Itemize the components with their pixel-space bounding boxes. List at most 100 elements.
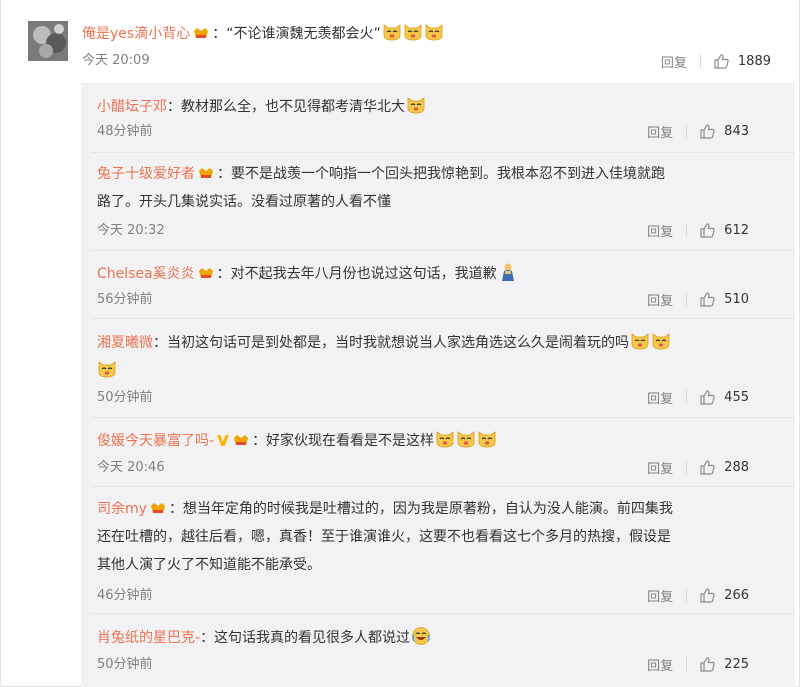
reply-actions: 回复 225 — [647, 655, 749, 674]
cat-emoji-icon — [651, 331, 671, 351]
thumbs-up-icon — [699, 389, 724, 406]
reply-line: 湘夏曦微：当初这句话可是到处都是，当时我就想说当人家选角选这么久是闹着玩的吗 — [97, 331, 671, 353]
like-count: 843 — [724, 123, 749, 139]
comment-thread: 俺是yes滴小背心 ：“不论谁演魏无羡都会火” 今天 20:09 回复 1889 … — [0, 0, 800, 687]
divider — [91, 486, 795, 487]
reply-time: 48分钟前 — [97, 124, 153, 139]
divider — [686, 588, 688, 602]
thumbs-up-icon — [699, 291, 724, 308]
comment-actions: 回复 1889 — [661, 52, 771, 71]
like-button[interactable]: 612 — [699, 222, 749, 239]
like-button[interactable]: 1889 — [713, 53, 771, 70]
vip-badge-icon — [197, 266, 215, 280]
avatar[interactable] — [28, 21, 68, 61]
reply-line-continued: 其他人演了火了不知道能不能承受。 — [97, 555, 321, 575]
verified-v-icon — [216, 433, 230, 447]
divider — [91, 417, 795, 418]
cat-emoji-icon — [630, 331, 650, 351]
cat-emoji-icon — [406, 95, 426, 115]
reply-button[interactable]: 回复 — [647, 122, 673, 141]
like-button[interactable]: 843 — [699, 123, 749, 140]
reply-username[interactable]: 肖兔纸的星巴克- — [97, 630, 200, 646]
divider — [699, 54, 701, 68]
reply-text: 其他人演了火了不知道能不能承受。 — [97, 557, 321, 573]
main-comment-line: 俺是yes滴小背心 ：“不论谁演魏无羡都会火” — [82, 22, 444, 44]
reply-button[interactable]: 回复 — [647, 458, 673, 477]
divider — [686, 460, 688, 474]
like-count: 225 — [724, 656, 749, 672]
reply-line: 兔子十级爱好者 ：要不是战羡一个响指一个回头把我惊艳到。我根本忍不到进入佳境就跑 — [97, 164, 665, 184]
thumbs-up-icon — [713, 53, 738, 70]
reply-line: 司余my ：想当年定角的时候我是吐槽过的，因为我是原著粉，自认为没人能演。前四集我 — [97, 499, 673, 519]
thumbs-up-icon — [699, 123, 724, 140]
divider — [91, 318, 795, 319]
reply-line: 肖兔纸的星巴克-：这句话我真的看见很多人都说过 — [97, 626, 431, 648]
reply-text: 还在吐槽的，越往后看，嗯，真香！至于谁演谁火，这要不也看看这七个多月的热搜，假设… — [97, 529, 671, 545]
reply-button[interactable]: 回复 — [647, 586, 673, 605]
reply-text: ：当初这句话可是到处都是，当时我就想说当人家选角选这么久是闹着玩的吗 — [153, 335, 629, 351]
like-count: 455 — [724, 389, 749, 405]
reply-username[interactable]: Chelsea奚炎炎 — [97, 266, 195, 282]
like-button[interactable]: 225 — [699, 656, 749, 673]
reply-text: 路了。开头几集说实话。没看过原著的人看不懂 — [97, 194, 391, 210]
comment-username[interactable]: 俺是yes滴小背心 — [82, 26, 190, 42]
reply-button[interactable]: 回复 — [661, 52, 687, 71]
reply-text: ：这句话我真的看见很多人都说过 — [200, 630, 411, 646]
reply-button[interactable]: 回复 — [647, 290, 673, 309]
reply-text: ：教材那么全，也不见得都考清华北大 — [167, 99, 405, 115]
divider — [686, 657, 688, 671]
like-button[interactable]: 266 — [699, 587, 749, 604]
vip-badge-icon — [232, 433, 250, 447]
reply-text: ：想当年定角的时候我是吐槽过的，因为我是原著粉，自认为没人能演。前四集我 — [168, 501, 673, 517]
reply-time: 56分钟前 — [97, 292, 153, 307]
reply-username[interactable]: 兔子十级爱好者 — [97, 166, 195, 182]
bow-emoji-icon — [498, 262, 518, 282]
cat-emoji-icon — [403, 22, 423, 42]
reply-actions: 回复 510 — [647, 290, 749, 309]
reply-time: 46分钟前 — [97, 588, 153, 603]
reply-text: ：好家伙现在看看是不是这样 — [252, 433, 435, 449]
replies-list: 小醋坛子邓：教材那么全，也不见得都考清华北大 48分钟前 回复 843 兔子十级… — [81, 83, 795, 687]
reply-time: 今天 20:32 — [97, 223, 165, 238]
reply-time: 50分钟前 — [97, 390, 153, 405]
divider — [91, 152, 795, 153]
thumbs-up-icon — [699, 587, 724, 604]
thumbs-up-icon — [699, 656, 724, 673]
vip-badge-icon — [192, 26, 210, 40]
divider — [686, 390, 688, 404]
cat-emoji-icon — [435, 429, 455, 449]
reply-username[interactable]: 俊媛今天暴富了吗- — [97, 433, 214, 449]
reply-username[interactable]: 小醋坛子邓 — [97, 99, 167, 115]
reply-actions: 回复 612 — [647, 221, 749, 240]
comment-time: 今天 20:09 — [82, 53, 150, 68]
cat-emoji-icon — [97, 359, 117, 379]
reply-button[interactable]: 回复 — [647, 655, 673, 674]
like-count: 510 — [724, 291, 749, 307]
reply-line: Chelsea奚炎炎 ：对不起我去年八月份也说过这句话，我道歉 — [97, 262, 518, 284]
reply-actions: 回复 843 — [647, 122, 749, 141]
like-count: 612 — [724, 222, 749, 238]
laugh-cry-emoji-icon — [411, 626, 431, 646]
reply-actions: 回复 288 — [647, 458, 749, 477]
comment-text: ：“不论谁演魏无羡都会火” — [212, 26, 381, 42]
reply-username[interactable]: 司余my — [97, 501, 147, 517]
like-button[interactable]: 510 — [699, 291, 749, 308]
reply-actions: 回复 266 — [647, 586, 749, 605]
divider — [686, 292, 688, 306]
like-button[interactable]: 288 — [699, 459, 749, 476]
divider — [91, 613, 795, 614]
like-button[interactable]: 455 — [699, 389, 749, 406]
reply-button[interactable]: 回复 — [647, 388, 673, 407]
thumbs-up-icon — [699, 222, 724, 239]
cat-emoji-icon — [424, 22, 444, 42]
main-comment: 俺是yes滴小背心 ：“不论谁演魏无羡都会火” 今天 20:09 回复 1889 — [1, 0, 800, 80]
vip-badge-icon — [149, 501, 167, 515]
vip-badge-icon — [197, 166, 215, 180]
reply-button[interactable]: 回复 — [647, 221, 673, 240]
like-count: 266 — [724, 587, 749, 603]
reply-text: ：对不起我去年八月份也说过这句话，我道歉 — [216, 266, 497, 282]
cat-emoji-icon — [382, 22, 402, 42]
reply-line-continued — [97, 359, 117, 381]
like-count: 1889 — [737, 53, 771, 69]
reply-username[interactable]: 湘夏曦微 — [97, 335, 153, 351]
